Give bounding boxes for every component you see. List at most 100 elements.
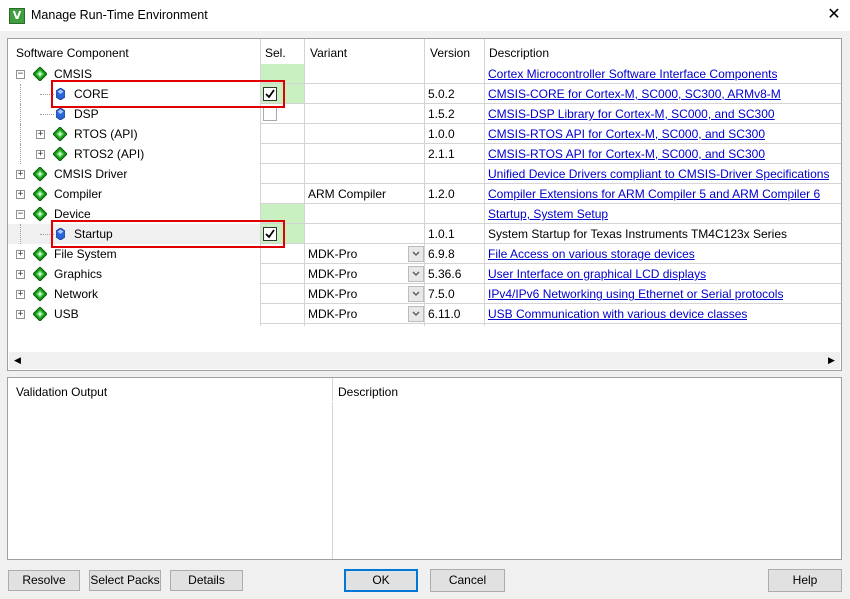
expand-icon[interactable]: +	[16, 270, 25, 279]
cancel-button[interactable]: Cancel	[430, 569, 505, 592]
app-icon: V	[9, 8, 25, 24]
expand-icon[interactable]: +	[16, 250, 25, 259]
version-value: 7.5.0	[428, 287, 455, 301]
component-name: Network	[54, 287, 99, 301]
component-tree-panel: Software Component Sel. Variant Version …	[7, 38, 842, 371]
select-checkbox[interactable]	[263, 107, 277, 121]
version-value: 1.0.0	[428, 127, 455, 141]
version-value: 5.0.2	[428, 87, 455, 101]
component-row[interactable]: + RTOS (API) 1.0.0 CMSIS-RTOS API for Corte…	[8, 124, 841, 144]
description-text: System Startup for Texas Instruments TM4…	[488, 227, 788, 241]
green-gem-icon	[52, 126, 68, 142]
variant-value: ARM Compiler	[308, 187, 387, 201]
resolve-button[interactable]: Resolve	[8, 570, 80, 591]
description-link[interactable]: Cortex Microcontroller Software Interfac…	[488, 64, 777, 84]
details-button[interactable]: Details	[170, 570, 243, 591]
description-link[interactable]: Compiler Extensions for ARM Compiler 5 a…	[488, 184, 820, 204]
green-gem-icon	[52, 146, 68, 162]
component-name: Compiler	[54, 187, 103, 201]
expand-icon[interactable]: +	[16, 170, 25, 179]
version-value: 1.0.1	[428, 227, 455, 241]
component-row[interactable]: + Network MDK-Pro 7.5.0 IPv4/IPv6 Networking…	[8, 284, 841, 304]
component-row[interactable]: + Compiler ARM Compiler 1.2.0 Compiler Exten…	[8, 184, 841, 204]
row-gridline	[260, 323, 841, 324]
green-gem-icon	[32, 306, 48, 322]
scroll-left-icon[interactable]: ◀	[9, 352, 26, 369]
chevron-down-icon[interactable]	[408, 286, 424, 302]
column-header-version[interactable]: Version	[430, 43, 470, 63]
title-bar: V Manage Run-Time Environment ✕	[0, 0, 850, 31]
description-link[interactable]: IPv4/IPv6 Networking using Ethernet or S…	[488, 284, 783, 304]
variant-value[interactable]: MDK-Pro	[308, 264, 357, 284]
collapse-icon[interactable]: −	[16, 70, 25, 79]
validation-output-header: Validation Output	[16, 385, 108, 399]
green-gem-icon	[32, 266, 48, 282]
variant-value[interactable]: MDK-Pro	[308, 304, 357, 324]
component-row[interactable]: + CMSIS Driver Unified Device Drivers comp…	[8, 164, 841, 184]
chevron-down-icon[interactable]	[408, 306, 424, 322]
component-row[interactable]: + Graphics MDK-Pro 5.36.6 User Interface on …	[8, 264, 841, 284]
component-name: Graphics	[54, 267, 103, 281]
green-gem-icon	[32, 66, 48, 82]
component-name: RTOS2 (API)	[74, 147, 145, 161]
column-header-description[interactable]: Description	[489, 43, 549, 63]
green-gem-icon	[32, 166, 48, 182]
scroll-right-icon[interactable]: ▶	[823, 352, 840, 369]
description-link[interactable]: Startup, System Setup	[488, 204, 608, 224]
description-link[interactable]: USB Communication with various device cl…	[488, 304, 747, 324]
version-value: 5.36.6	[428, 267, 462, 281]
green-gem-icon	[32, 206, 48, 222]
column-header-sel[interactable]: Sel.	[265, 43, 286, 63]
validation-panel: Validation Output Description	[7, 377, 842, 560]
help-button[interactable]: Help	[768, 569, 842, 592]
window-title: Manage Run-Time Environment	[31, 8, 208, 22]
ok-button[interactable]: OK	[344, 569, 418, 592]
column-header-variant[interactable]: Variant	[310, 43, 347, 63]
component-name: CMSIS Driver	[54, 167, 128, 181]
green-gem-icon	[32, 186, 48, 202]
column-divider	[332, 378, 333, 559]
component-row[interactable]: + RTOS2 (API) 2.1.1 CMSIS-RTOS API for Cort…	[8, 144, 841, 164]
green-gem-icon	[32, 246, 48, 262]
description-link[interactable]: CMSIS-RTOS API for Cortex-M, SC000, and …	[488, 144, 765, 164]
variant-cell-green	[305, 204, 424, 224]
description-link[interactable]: Unified Device Drivers compliant to CMSI…	[488, 164, 829, 184]
description-link[interactable]: User Interface on graphical LCD displays	[488, 264, 706, 284]
tree-line	[20, 84, 21, 104]
column-header-component[interactable]: Software Component	[16, 43, 129, 63]
component-row[interactable]: + USB MDK-Pro 6.11.0 USB Communication with …	[8, 304, 841, 324]
description-link[interactable]: CMSIS-RTOS API for Cortex-M, SC000, and …	[488, 124, 765, 144]
expand-icon[interactable]: +	[36, 130, 45, 139]
component-name: RTOS (API)	[74, 127, 138, 141]
variant-value[interactable]: MDK-Pro	[308, 284, 357, 304]
chevron-down-icon[interactable]	[408, 266, 424, 282]
component-name: USB	[54, 307, 79, 321]
highlight-box-core	[51, 80, 285, 108]
chevron-down-icon[interactable]	[408, 246, 424, 262]
horizontal-scrollbar[interactable]: ◀ ▶	[9, 352, 840, 369]
variant-value[interactable]: MDK-Pro	[308, 244, 357, 264]
version-value: 6.9.8	[428, 247, 455, 261]
tree-line	[40, 114, 54, 115]
description-link[interactable]: File Access on various storage devices	[488, 244, 695, 264]
validation-description-header: Description	[338, 385, 399, 399]
version-value: 2.1.1	[428, 147, 455, 161]
blue-gem-icon	[55, 107, 66, 121]
tree-line	[20, 224, 21, 244]
expand-icon[interactable]: +	[36, 150, 45, 159]
green-gem-icon	[32, 286, 48, 302]
expand-icon[interactable]: +	[16, 290, 25, 299]
collapse-icon[interactable]: −	[16, 210, 25, 219]
variant-cell-green	[305, 64, 424, 84]
version-value: 1.2.0	[428, 187, 455, 201]
expand-icon[interactable]: +	[16, 310, 25, 319]
description-link[interactable]: CMSIS-CORE for Cortex-M, SC000, SC300, A…	[488, 84, 781, 104]
select-packs-button[interactable]: Select Packs	[89, 570, 161, 591]
header-underline	[8, 401, 841, 402]
close-icon[interactable]: ✕	[820, 3, 848, 27]
variant-cell-green	[305, 84, 424, 104]
highlight-box-startup	[51, 220, 285, 248]
description-link[interactable]: CMSIS-DSP Library for Cortex-M, SC000, a…	[488, 104, 775, 124]
expand-icon[interactable]: +	[16, 190, 25, 199]
tree-line	[20, 124, 21, 144]
